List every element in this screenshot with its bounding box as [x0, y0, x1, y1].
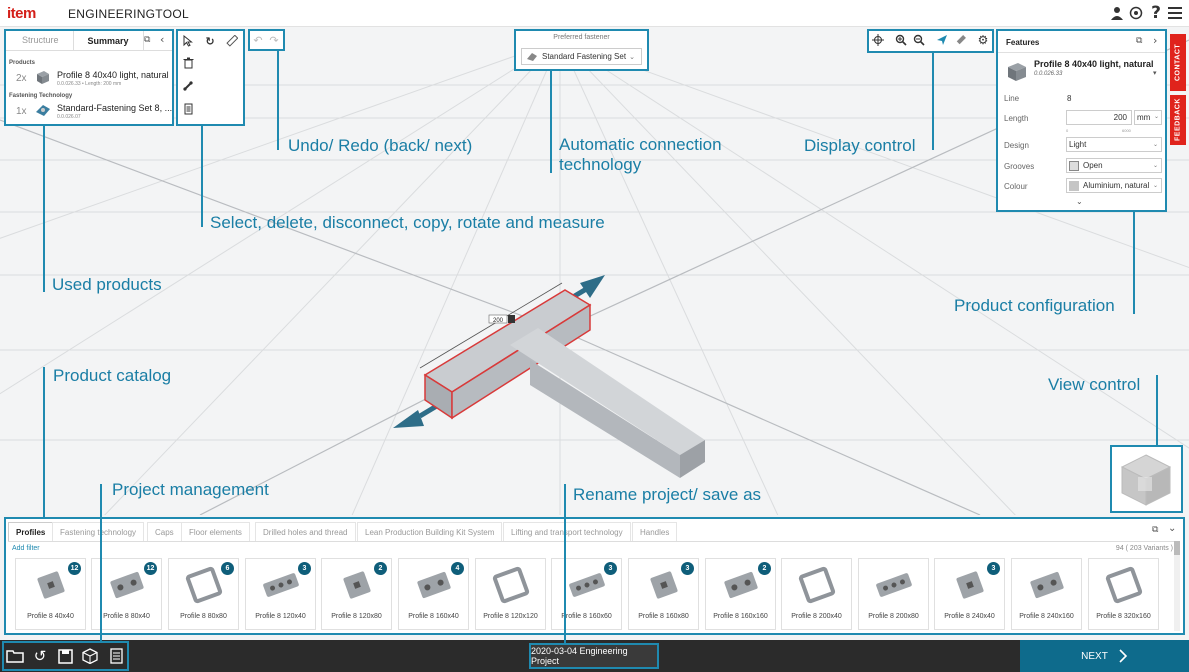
contact-tab[interactable]: CONTACT [1170, 34, 1186, 91]
fastener-callout [514, 29, 649, 71]
move-arrow-ne [580, 275, 605, 298]
profile-assembly [419, 282, 705, 478]
support-icon[interactable] [1127, 4, 1145, 22]
annotation-view-control: View control [1048, 375, 1141, 394]
annotation-auto-connection-2: technology [559, 155, 642, 174]
display-line [932, 53, 934, 150]
undo-line [277, 51, 279, 150]
user-icon[interactable] [1108, 4, 1126, 22]
rename-line [564, 484, 566, 643]
annotation-used-products: Used products [52, 275, 162, 294]
dimension-label: 200 [493, 318, 504, 324]
top-bar: item ENGINEERINGTOOL ? [0, 0, 1189, 27]
chevron-right-icon [1119, 649, 1127, 663]
help-icon[interactable]: ? [1147, 3, 1165, 23]
move-arrow-sw [393, 410, 424, 428]
project-mgmt-callout [2, 641, 129, 671]
annotation-display-control: Display control [804, 136, 916, 155]
features-callout [996, 29, 1167, 212]
used-products-callout [4, 29, 174, 126]
annotation-product-catalog: Product catalog [53, 366, 172, 385]
features-line [1133, 212, 1135, 314]
annotation-auto-connection-1: Automatic connection [559, 135, 722, 154]
view-control-line [1156, 375, 1158, 445]
app-title: ENGINEERINGTOOL [68, 7, 189, 21]
catalog-callout [4, 517, 1185, 635]
view-control-callout [1110, 445, 1183, 513]
annotation-project-management: Project management [112, 480, 269, 499]
next-label: NEXT [1081, 650, 1108, 662]
feedback-tab[interactable]: FEEDBACK [1170, 95, 1186, 145]
project-mgmt-line [100, 484, 102, 641]
project-name-field[interactable]: 2020-03-04 Engineering Project [529, 643, 659, 669]
undo-redo-callout [248, 29, 285, 51]
fastener-line [550, 71, 552, 173]
annotation-rename-project: Rename project/ save as [573, 485, 762, 504]
item-logo: item [7, 5, 36, 22]
next-button[interactable]: NEXT [1020, 640, 1189, 672]
tools-line [201, 126, 203, 227]
annotation-product-configuration: Product configuration [954, 296, 1115, 315]
catalog-line [43, 367, 45, 517]
tools-callout [176, 29, 245, 126]
annotation-undo-redo: Undo/ Redo (back/ next) [288, 136, 473, 155]
menu-icon[interactable] [1166, 4, 1184, 22]
used-products-line [43, 126, 45, 292]
display-control-callout [867, 29, 994, 53]
annotation-select-tools: Select, delete, disconnect, copy, rotate… [210, 213, 605, 232]
